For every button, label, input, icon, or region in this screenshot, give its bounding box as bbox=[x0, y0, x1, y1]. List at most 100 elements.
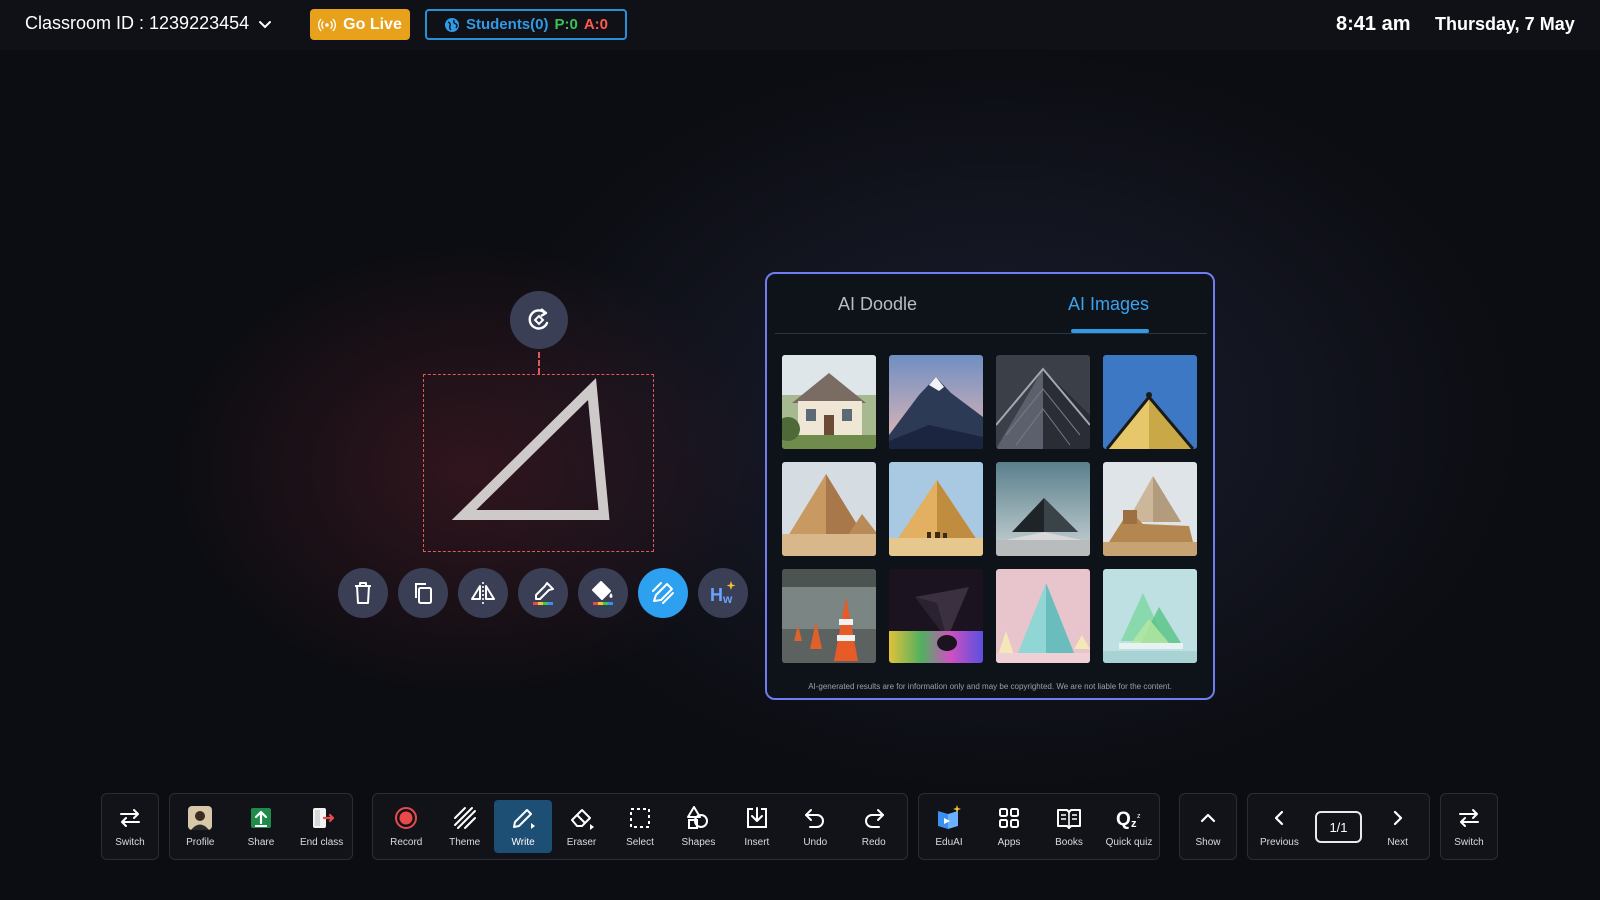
toolbar-show-group: Show bbox=[1179, 793, 1237, 860]
apps-button[interactable]: Apps bbox=[980, 794, 1038, 859]
go-live-label: Go Live bbox=[343, 15, 402, 33]
undo-button[interactable]: Undo bbox=[786, 794, 844, 859]
switch-right-label: Switch bbox=[1454, 837, 1484, 848]
next-label: Next bbox=[1387, 837, 1408, 848]
theme-hatch-icon bbox=[453, 807, 476, 829]
rotate-handle[interactable] bbox=[510, 291, 568, 349]
handwriting-ai-button[interactable]: Hw bbox=[698, 568, 748, 618]
redo-button[interactable]: Redo bbox=[845, 794, 903, 859]
ai-image-glass-pyramids[interactable] bbox=[1103, 569, 1197, 663]
books-button[interactable]: Books bbox=[1040, 794, 1098, 859]
ai-image-traffic-cones[interactable] bbox=[782, 569, 876, 663]
apps-grid-icon bbox=[999, 808, 1019, 828]
switch-icon bbox=[1459, 809, 1479, 827]
select-marquee-icon bbox=[629, 808, 650, 828]
duplicate-button[interactable] bbox=[398, 568, 448, 618]
eduai-button[interactable]: EduAI bbox=[920, 794, 978, 859]
eraser-label: Eraser bbox=[566, 837, 597, 848]
switch-right-button[interactable]: Switch bbox=[1441, 794, 1497, 859]
share-label: Share bbox=[247, 837, 275, 848]
ai-image-mountain[interactable] bbox=[889, 355, 983, 449]
toolbar-pagination-group: Previous 1/1 Next bbox=[1247, 793, 1430, 860]
triangle-shape[interactable] bbox=[424, 375, 652, 550]
clock-date: Thursday, 7 May bbox=[1435, 14, 1575, 34]
fill-color-button[interactable] bbox=[578, 568, 628, 618]
svg-text:z: z bbox=[1137, 813, 1141, 820]
go-live-button[interactable]: Go Live bbox=[310, 9, 410, 40]
ai-image-sphinx[interactable] bbox=[1103, 462, 1197, 556]
present-count: P:0 bbox=[554, 16, 578, 33]
ai-image-building-apex[interactable] bbox=[996, 355, 1090, 449]
ai-image-glass-pyramid[interactable] bbox=[996, 462, 1090, 556]
share-upload-icon bbox=[250, 808, 271, 828]
absent-count: A:0 bbox=[583, 16, 608, 33]
switch-left-button[interactable]: Switch bbox=[102, 794, 158, 859]
profile-label: Profile bbox=[186, 837, 215, 848]
eyedropper-icon bbox=[533, 582, 554, 605]
theme-button[interactable]: Theme bbox=[436, 794, 494, 859]
insert-button[interactable]: Insert bbox=[728, 794, 786, 859]
previous-label: Previous bbox=[1259, 837, 1299, 848]
flip-icon bbox=[471, 582, 495, 604]
ai-image-desert-pyramids[interactable] bbox=[782, 462, 876, 556]
show-label: Show bbox=[1195, 837, 1221, 848]
select-button[interactable]: Select bbox=[611, 794, 669, 859]
insert-icon bbox=[746, 807, 767, 828]
flip-button[interactable] bbox=[458, 568, 508, 618]
next-page-button[interactable]: Next bbox=[1370, 794, 1425, 859]
switch-left-label: Switch bbox=[115, 837, 145, 848]
tab-ai-doodle[interactable]: AI Doodle bbox=[838, 294, 917, 315]
copy-icon bbox=[415, 583, 432, 604]
classroom-id-label: Classroom ID : 1239223454 bbox=[25, 13, 250, 33]
ai-image-pyramid-roof[interactable] bbox=[1103, 355, 1197, 449]
pen-icon bbox=[513, 809, 536, 829]
share-button[interactable]: Share bbox=[232, 794, 290, 859]
svg-text:w: w bbox=[722, 592, 733, 606]
chevron-down-icon bbox=[259, 20, 272, 28]
page-indicator[interactable]: 1/1 bbox=[1314, 811, 1363, 843]
insert-label: Insert bbox=[744, 837, 770, 848]
toolbar-apps-group: EduAI Apps Books Qzz Quick quiz bbox=[918, 793, 1160, 860]
shape-selection-box[interactable] bbox=[423, 374, 654, 552]
record-button[interactable]: Record bbox=[377, 794, 435, 859]
redo-label: Redo bbox=[861, 837, 886, 848]
profile-button[interactable]: Profile bbox=[171, 794, 229, 859]
shapes-label: Shapes bbox=[681, 837, 716, 848]
delete-button[interactable] bbox=[338, 568, 388, 618]
clock-time: 8:41 am bbox=[1336, 13, 1411, 35]
undo-label: Undo bbox=[803, 837, 828, 848]
toolbar-drawing-group: Record Theme Write Eraser Select Shapes … bbox=[372, 793, 908, 860]
eraser-button[interactable]: Eraser bbox=[553, 794, 611, 859]
write-button[interactable]: Write bbox=[494, 800, 553, 853]
stroke-color-button[interactable] bbox=[518, 568, 568, 618]
toolbar-switch-left-group: Switch bbox=[101, 793, 159, 860]
chevron-left-icon bbox=[1275, 810, 1284, 826]
ai-image-house[interactable] bbox=[782, 355, 876, 449]
ai-tab-bar: AI Doodle AI Images bbox=[775, 274, 1207, 334]
students-count: Students(0) bbox=[465, 16, 549, 33]
avatar bbox=[188, 806, 213, 830]
quick-quiz-button[interactable]: Qzz Quick quiz bbox=[1100, 794, 1158, 859]
ai-image-pastel-cones[interactable] bbox=[996, 569, 1090, 663]
classroom-id-dropdown[interactable]: Classroom ID : 1239223454 bbox=[25, 13, 273, 34]
ai-image-colorful-cone[interactable] bbox=[889, 569, 983, 663]
magic-pen-icon bbox=[652, 582, 674, 604]
ai-image-grid bbox=[782, 355, 1197, 663]
ai-panel: AI Doodle AI Images AI-generated results… bbox=[765, 272, 1215, 700]
ai-image-pyramid-camels[interactable] bbox=[889, 462, 983, 556]
select-label: Select bbox=[626, 837, 654, 848]
svg-text:H: H bbox=[710, 585, 723, 605]
open-book-icon bbox=[1057, 809, 1081, 829]
shape-context-toolbar: Hw bbox=[338, 568, 748, 618]
redo-icon bbox=[864, 809, 884, 828]
students-button[interactable]: Students(0) P:0 A:0 bbox=[425, 9, 627, 40]
eduai-label: EduAI bbox=[935, 837, 963, 848]
end-class-button[interactable]: End class bbox=[293, 794, 351, 859]
svg-text:Q: Q bbox=[1116, 809, 1131, 830]
end-class-label: End class bbox=[299, 837, 344, 848]
shapes-button[interactable]: Shapes bbox=[669, 794, 727, 859]
previous-page-button[interactable]: Previous bbox=[1252, 794, 1307, 859]
smart-shape-button[interactable] bbox=[638, 568, 688, 618]
show-button[interactable]: Show bbox=[1180, 794, 1236, 859]
tab-ai-images[interactable]: AI Images bbox=[1068, 294, 1149, 315]
